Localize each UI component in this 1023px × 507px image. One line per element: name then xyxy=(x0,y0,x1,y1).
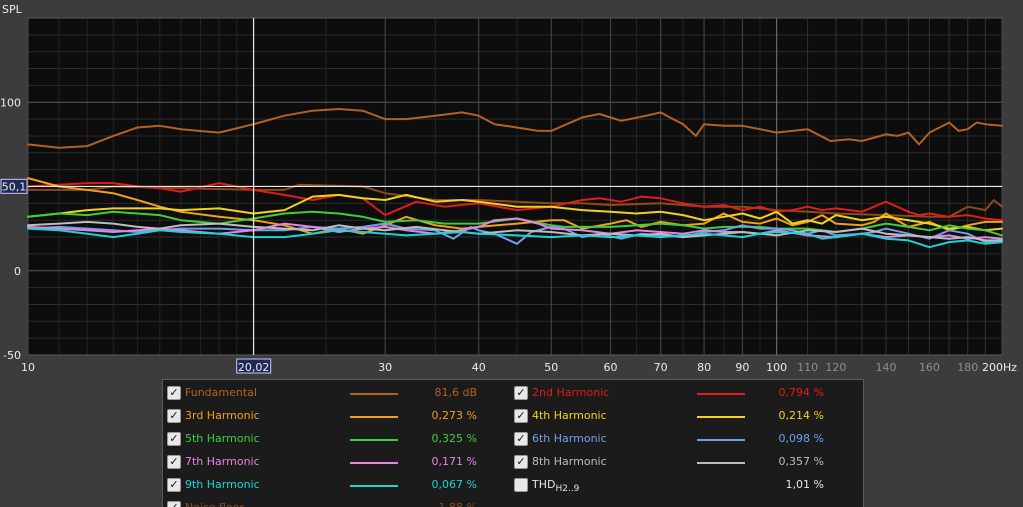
y-axis-label: SPL xyxy=(2,3,23,16)
legend-swatch xyxy=(350,462,398,464)
legend-checkbox[interactable]: ✓ xyxy=(167,455,181,469)
legend-item-value: 1,01 % xyxy=(785,478,824,491)
legend-item-value: 0,357 % xyxy=(778,455,824,468)
legend-item-label: 9th Harmonic xyxy=(185,478,260,491)
x-tick-label: 60 xyxy=(604,361,618,374)
legend-item[interactable]: ✓ 2nd Harmonic 0,794 % xyxy=(512,383,852,403)
legend-checkbox[interactable]: ✓ xyxy=(167,432,181,446)
x-tick-label: 50 xyxy=(544,361,558,374)
legend-item[interactable]: ✓ 3rd Harmonic 0,273 % xyxy=(165,406,505,426)
legend-item-label: Noise floor xyxy=(185,501,244,507)
x-tick-label: 10 xyxy=(21,361,35,374)
x-tick-label: 70 xyxy=(654,361,668,374)
legend-item-label: 2nd Harmonic xyxy=(532,386,610,399)
legend-item-label: 5th Harmonic xyxy=(185,432,260,445)
legend-item[interactable]: ✓ 7th Harmonic 0,171 % xyxy=(165,452,505,472)
legend-item[interactable]: ✓ 6th Harmonic 0,098 % xyxy=(512,429,852,449)
legend-item-label: 3rd Harmonic xyxy=(185,409,260,422)
legend-item[interactable]: ✓ Noise floor 1,88 % xyxy=(165,498,505,507)
x-tick-label: 30 xyxy=(378,361,392,374)
legend-checkbox[interactable]: ✓ xyxy=(167,501,181,507)
legend-item[interactable]: ✓ 8th Harmonic 0,357 % xyxy=(512,452,852,472)
x-tick-label: 40 xyxy=(472,361,486,374)
legend-item-value: 0,325 % xyxy=(431,432,477,445)
legend-item-value: 0,273 % xyxy=(431,409,477,422)
spl-chart[interactable]: 50,1 20,02 100 0 -5010 30 40 50 60 70 80 90 100 110 1… xyxy=(0,0,1023,380)
x-tick-label-minor: 140 xyxy=(876,361,897,374)
x-tick-label-minor: 180 xyxy=(957,361,978,374)
legend-checkbox[interactable]: ✓ xyxy=(514,455,528,469)
legend-item-value: 0,098 % xyxy=(778,432,824,445)
legend-checkbox[interactable]: ✓ xyxy=(514,409,528,423)
legend-item-label: 6th Harmonic xyxy=(532,432,607,445)
legend-item-label: Fundamental xyxy=(185,386,257,399)
x-tick-label-minor: 120 xyxy=(825,361,846,374)
legend-item-value: 0,214 % xyxy=(778,409,824,422)
legend-swatch xyxy=(697,462,745,464)
legend-checkbox[interactable]: ✓ xyxy=(167,478,181,492)
legend-item-value: 0,794 % xyxy=(778,386,824,399)
legend-checkbox[interactable]: ✓ xyxy=(514,432,528,446)
y-tick-label: 0 xyxy=(14,265,21,278)
legend-item-value: 81,6 dB xyxy=(434,386,477,399)
x-tick-label-minor: 110 xyxy=(797,361,818,374)
legend-item[interactable]: THDH2..9 1,01 % xyxy=(512,475,852,495)
legend-item[interactable]: ✓ 4th Harmonic 0,214 % xyxy=(512,406,852,426)
x-tick-label: 90 xyxy=(735,361,749,374)
legend-checkbox[interactable]: ✓ xyxy=(167,409,181,423)
legend-swatch xyxy=(350,485,398,487)
legend-checkbox[interactable]: ✓ xyxy=(167,386,181,400)
legend-swatch xyxy=(697,393,745,395)
legend-swatch xyxy=(697,416,745,418)
legend-item-label: 7th Harmonic xyxy=(185,455,260,468)
legend-swatch xyxy=(350,439,398,441)
legend-item-label: THDH2..9 xyxy=(532,478,580,495)
x-tick-label: 100 xyxy=(766,361,787,374)
legend-item-value: 1,88 % xyxy=(405,501,477,507)
y-tick-label: 100 xyxy=(0,96,21,109)
legend-item-value: 0,171 % xyxy=(431,455,477,468)
legend-item-label: 8th Harmonic xyxy=(532,455,607,468)
x-tick-label-end: 200Hz xyxy=(982,361,1017,374)
legend-panel: ✓ Fundamental 81,6 dB ✓ 2nd Harmonic 0,794 % ✓… xyxy=(162,379,864,507)
y-tick-label: -50 xyxy=(3,349,21,362)
legend-item[interactable]: ✓ 5th Harmonic 0,325 % xyxy=(165,429,505,449)
x-tick-label-minor: 160 xyxy=(919,361,940,374)
legend-item-label: 4th Harmonic xyxy=(532,409,607,422)
x-tick-label: 80 xyxy=(697,361,711,374)
cursor-y-readout: 50,1 xyxy=(2,180,27,193)
legend-item[interactable]: ✓ 9th Harmonic 0,067 % xyxy=(165,475,505,495)
legend-item-value: 0,067 % xyxy=(431,478,477,491)
cursor-x-readout: 20,02 xyxy=(238,361,270,374)
legend-swatch xyxy=(350,416,398,418)
legend-checkbox[interactable] xyxy=(514,478,528,492)
legend-checkbox[interactable]: ✓ xyxy=(514,386,528,400)
legend-swatch xyxy=(350,393,398,395)
legend-swatch xyxy=(697,439,745,441)
legend-item[interactable]: ✓ Fundamental 81,6 dB xyxy=(165,383,505,403)
